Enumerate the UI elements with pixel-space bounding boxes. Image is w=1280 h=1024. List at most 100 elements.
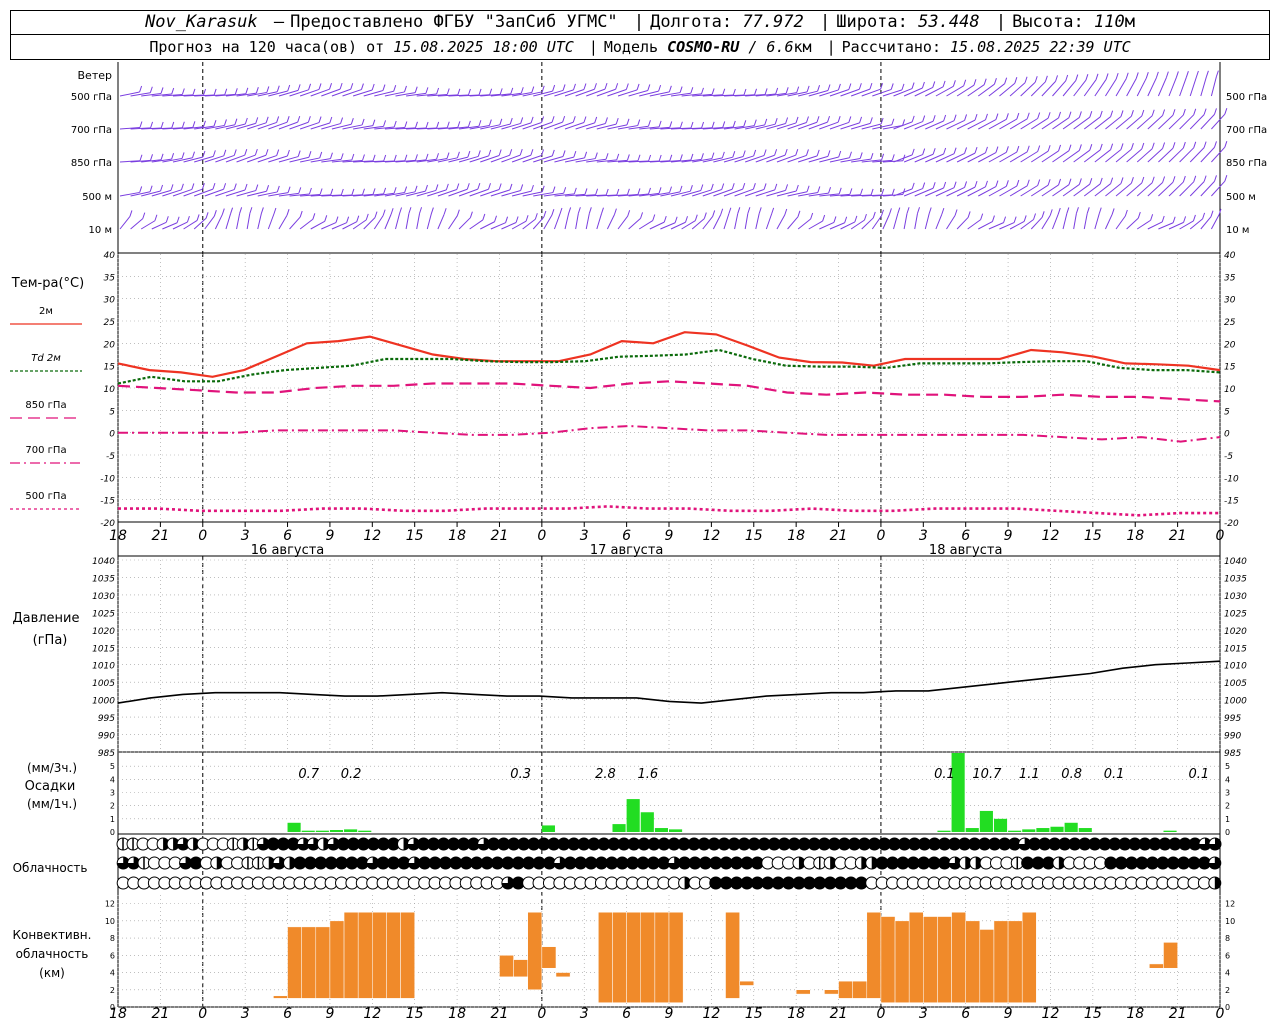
wind-barb	[1211, 146, 1226, 163]
wind-barb	[797, 218, 811, 230]
wind-barb	[776, 154, 796, 163]
wind-barb	[543, 214, 553, 230]
pres-yunit: (гПа)	[33, 633, 68, 648]
wind-barb-tick	[1120, 110, 1124, 117]
wind-barb-tick	[711, 88, 715, 95]
pres-tick-label: 1000	[92, 697, 115, 707]
wind-barb-tick	[648, 187, 651, 195]
wind-barb-tick	[795, 116, 799, 124]
wind-barb-tick	[1182, 141, 1186, 149]
time-tick-top: 12	[363, 528, 381, 544]
wind-barb	[1030, 184, 1049, 197]
wind-barb	[776, 122, 797, 130]
wind-barb	[1126, 217, 1139, 230]
wind-barb	[1009, 151, 1028, 163]
wind-barb-tick	[848, 116, 852, 123]
wind-barb-tick	[244, 117, 248, 125]
wind-barb	[935, 85, 954, 97]
wind-barb-tick	[964, 147, 968, 154]
wind-barb	[543, 89, 564, 97]
wind-barb-tick	[732, 88, 736, 96]
wind-barb-tick	[1049, 209, 1053, 216]
wind-barb-tick	[679, 86, 683, 93]
wind-barb-tick	[212, 182, 216, 190]
wind-barb-tick	[1044, 75, 1048, 82]
wind-barb-tick	[350, 118, 354, 125]
wind-barb-tick	[743, 88, 747, 96]
wind-barb-tick	[712, 210, 716, 217]
pres-tick-label-right: 1035	[1224, 574, 1247, 584]
wind-barb-tick	[1058, 178, 1062, 186]
wind-barb	[1210, 76, 1217, 97]
wind-barb	[469, 155, 489, 163]
wind-barb-tick	[636, 83, 640, 91]
wind-barb-tick	[180, 183, 184, 190]
wind-barb-tick	[859, 152, 863, 159]
time-tick-top: 18	[109, 528, 127, 544]
wind-barb-tick	[160, 153, 164, 160]
wind-barb-tick	[658, 154, 662, 162]
time-tick-bottom: 3	[919, 1006, 928, 1022]
wind-barb	[977, 83, 995, 97]
wind-barb	[1051, 213, 1059, 230]
wind-barb-tick	[1016, 179, 1020, 187]
wind-barb	[480, 189, 500, 197]
precip-bar	[1078, 828, 1092, 832]
precip-bar	[1163, 830, 1177, 832]
wind-barb-tick	[722, 121, 726, 128]
wind-barb-tick	[1111, 208, 1115, 215]
wind-barb-tick	[822, 214, 826, 222]
wind-barb	[745, 155, 765, 163]
wind-barb-tick	[212, 150, 216, 157]
conv-tick-label: 12	[105, 900, 115, 909]
wind-barb-tick	[1105, 73, 1109, 80]
wind-barb-tick	[647, 84, 651, 91]
wind-barb	[522, 218, 536, 230]
wind-barb-tick	[1203, 175, 1207, 182]
wind-barb-tick	[160, 184, 164, 192]
time-tick-bottom: 12	[363, 1006, 381, 1022]
conv-yunit: (км)	[39, 966, 65, 980]
wind-barb	[140, 220, 156, 230]
wind-barb-tick	[234, 88, 238, 95]
wind-barb	[946, 152, 965, 163]
wind-barb-tick	[150, 154, 154, 161]
wind-barb-tick	[747, 207, 751, 214]
pres-tick-label-right: 1010	[1224, 662, 1247, 672]
wind-barb-tick	[1151, 142, 1155, 149]
wind-barb-tick	[1193, 108, 1197, 115]
wind-barb-tick	[1151, 109, 1155, 116]
wind-barb	[607, 89, 627, 97]
wind-barb-tick	[953, 147, 957, 154]
wind-barb-tick	[615, 117, 619, 125]
wind-barb	[1052, 150, 1070, 163]
wind-barb-tick	[541, 185, 545, 192]
wind-barb-tick	[732, 151, 736, 158]
wind-barb-tick	[827, 84, 831, 91]
wind-barb	[490, 189, 511, 197]
wind-barb-tick	[573, 150, 577, 158]
wind-barb-tick	[425, 184, 428, 192]
wind-barb-tick	[1058, 144, 1062, 152]
wind-barb-tick	[154, 214, 158, 221]
wind-barb-tick	[255, 184, 259, 191]
time-tick-bottom: 12	[702, 1006, 720, 1022]
wind-barb	[1211, 113, 1226, 130]
wind-barb	[246, 122, 267, 130]
time-tick-bottom: 18	[448, 1006, 466, 1022]
wind-barb-tick	[559, 207, 563, 215]
wind-barb-tick	[658, 187, 662, 194]
temp-tick-label: 40	[104, 251, 116, 261]
wind-barb-tick	[604, 117, 608, 124]
wind-barb	[903, 154, 923, 163]
wind-barb-tick	[443, 208, 447, 215]
temp-legend-label: Td 2м	[31, 353, 61, 364]
wind-barb-tick	[498, 149, 502, 156]
conv-bar	[499, 955, 514, 978]
wind-barb-tick	[888, 208, 892, 215]
conv-tick-label: 10	[105, 917, 115, 926]
wind-barb-tick	[917, 207, 920, 214]
wind-level-label: 700 гПа	[71, 125, 112, 136]
wind-barb-tick	[360, 83, 364, 90]
precip-tick-label: 5	[110, 762, 115, 771]
